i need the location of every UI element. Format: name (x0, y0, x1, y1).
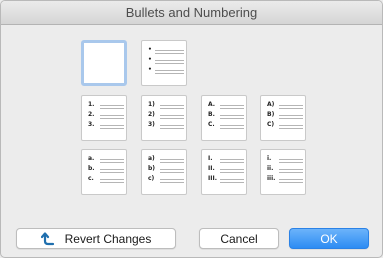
list-line (100, 125, 124, 126)
list-line (279, 105, 303, 106)
style-number-paren-tile[interactable]: 1) 2) 3) (141, 95, 187, 141)
list-line (100, 118, 124, 119)
list-line (220, 179, 244, 180)
ok-button[interactable]: OK (289, 228, 369, 249)
list-line (220, 182, 244, 183)
list-line (220, 172, 244, 173)
style-lower-alpha-dot-tile[interactable]: a. b. c. (81, 149, 127, 195)
list-marker: iii. (267, 175, 276, 182)
list-line (160, 128, 184, 129)
list-marker: a) (148, 155, 155, 162)
list-line (100, 159, 124, 160)
list-line (279, 125, 303, 126)
list-marker: B. (208, 111, 215, 118)
style-lower-roman-dot-tile[interactable]: i. ii. iii. (260, 149, 306, 195)
list-marker: I. (208, 155, 213, 162)
list-marker: 1. (88, 101, 95, 108)
list-marker: • (148, 66, 152, 73)
list-line (220, 159, 244, 160)
list-line (160, 162, 184, 163)
list-marker: • (148, 56, 152, 63)
list-line (160, 125, 184, 126)
list-line (100, 179, 124, 180)
list-marker: III. (208, 175, 217, 182)
list-line (100, 115, 124, 116)
style-upper-roman-dot-tile[interactable]: I. II. III. (201, 149, 247, 195)
cancel-button[interactable]: Cancel (199, 228, 279, 249)
style-number-dot-tile[interactable]: 1. 2. 3. (81, 95, 127, 141)
list-line (220, 125, 244, 126)
list-line (279, 179, 303, 180)
list-marker: C) (267, 121, 275, 128)
list-line (160, 169, 184, 170)
list-marker: c) (148, 175, 155, 182)
list-line (100, 169, 124, 170)
list-line (220, 115, 244, 116)
list-line (160, 115, 184, 116)
list-marker: A. (208, 101, 216, 108)
list-line (160, 179, 184, 180)
list-line (160, 108, 184, 109)
list-marker: C. (208, 121, 215, 128)
list-line (155, 63, 184, 64)
style-none-tile[interactable] (81, 40, 127, 86)
list-line (279, 159, 303, 160)
list-line (279, 172, 303, 173)
style-lower-alpha-paren-tile[interactable]: a) b) c) (141, 149, 187, 195)
revert-changes-button[interactable]: Revert Changes (16, 228, 176, 249)
dialog-title: Bullets and Numbering (1, 1, 382, 25)
list-line (220, 169, 244, 170)
list-line (279, 182, 303, 183)
list-marker: A) (267, 101, 275, 108)
list-marker: • (148, 46, 152, 53)
list-line (160, 118, 184, 119)
list-line (100, 162, 124, 163)
list-marker: b. (88, 165, 95, 172)
list-line (220, 128, 244, 129)
list-line (160, 159, 184, 160)
list-line (100, 182, 124, 183)
list-line (100, 108, 124, 109)
list-line (279, 169, 303, 170)
style-upper-alpha-dot-tile[interactable]: A. B. C. (201, 95, 247, 141)
list-marker: b) (148, 165, 156, 172)
bullets-numbering-dialog: Bullets and Numbering • • • 1. 2. 3. 1) 2) 3) … (0, 0, 383, 258)
list-line (220, 108, 244, 109)
style-upper-alpha-paren-tile[interactable]: A) B) C) (260, 95, 306, 141)
list-marker: 3) (148, 121, 155, 128)
list-line (100, 172, 124, 173)
list-line (220, 105, 244, 106)
list-line (155, 60, 184, 61)
list-line (279, 115, 303, 116)
list-line (100, 128, 124, 129)
list-line (160, 105, 184, 106)
list-line (220, 118, 244, 119)
list-line (160, 172, 184, 173)
list-marker: i. (267, 155, 272, 162)
list-marker: a. (88, 155, 95, 162)
list-marker: 2) (148, 111, 155, 118)
list-marker: B) (267, 111, 275, 118)
list-line (279, 108, 303, 109)
list-marker: 2. (88, 111, 95, 118)
list-line (100, 105, 124, 106)
list-line (155, 53, 184, 54)
list-marker: 1) (148, 101, 155, 108)
list-line (279, 128, 303, 129)
revert-arrow-icon (40, 231, 54, 245)
list-line (155, 70, 184, 71)
list-line (155, 50, 184, 51)
list-marker: ii. (267, 165, 274, 172)
list-line (279, 118, 303, 119)
list-marker: c. (88, 175, 94, 182)
list-line (279, 162, 303, 163)
revert-changes-label: Revert Changes (64, 231, 152, 246)
list-line (220, 162, 244, 163)
list-marker: II. (208, 165, 215, 172)
list-line (155, 73, 184, 74)
list-line (160, 182, 184, 183)
list-marker: 3. (88, 121, 95, 128)
style-bullet-tile[interactable]: • • • (141, 40, 187, 86)
